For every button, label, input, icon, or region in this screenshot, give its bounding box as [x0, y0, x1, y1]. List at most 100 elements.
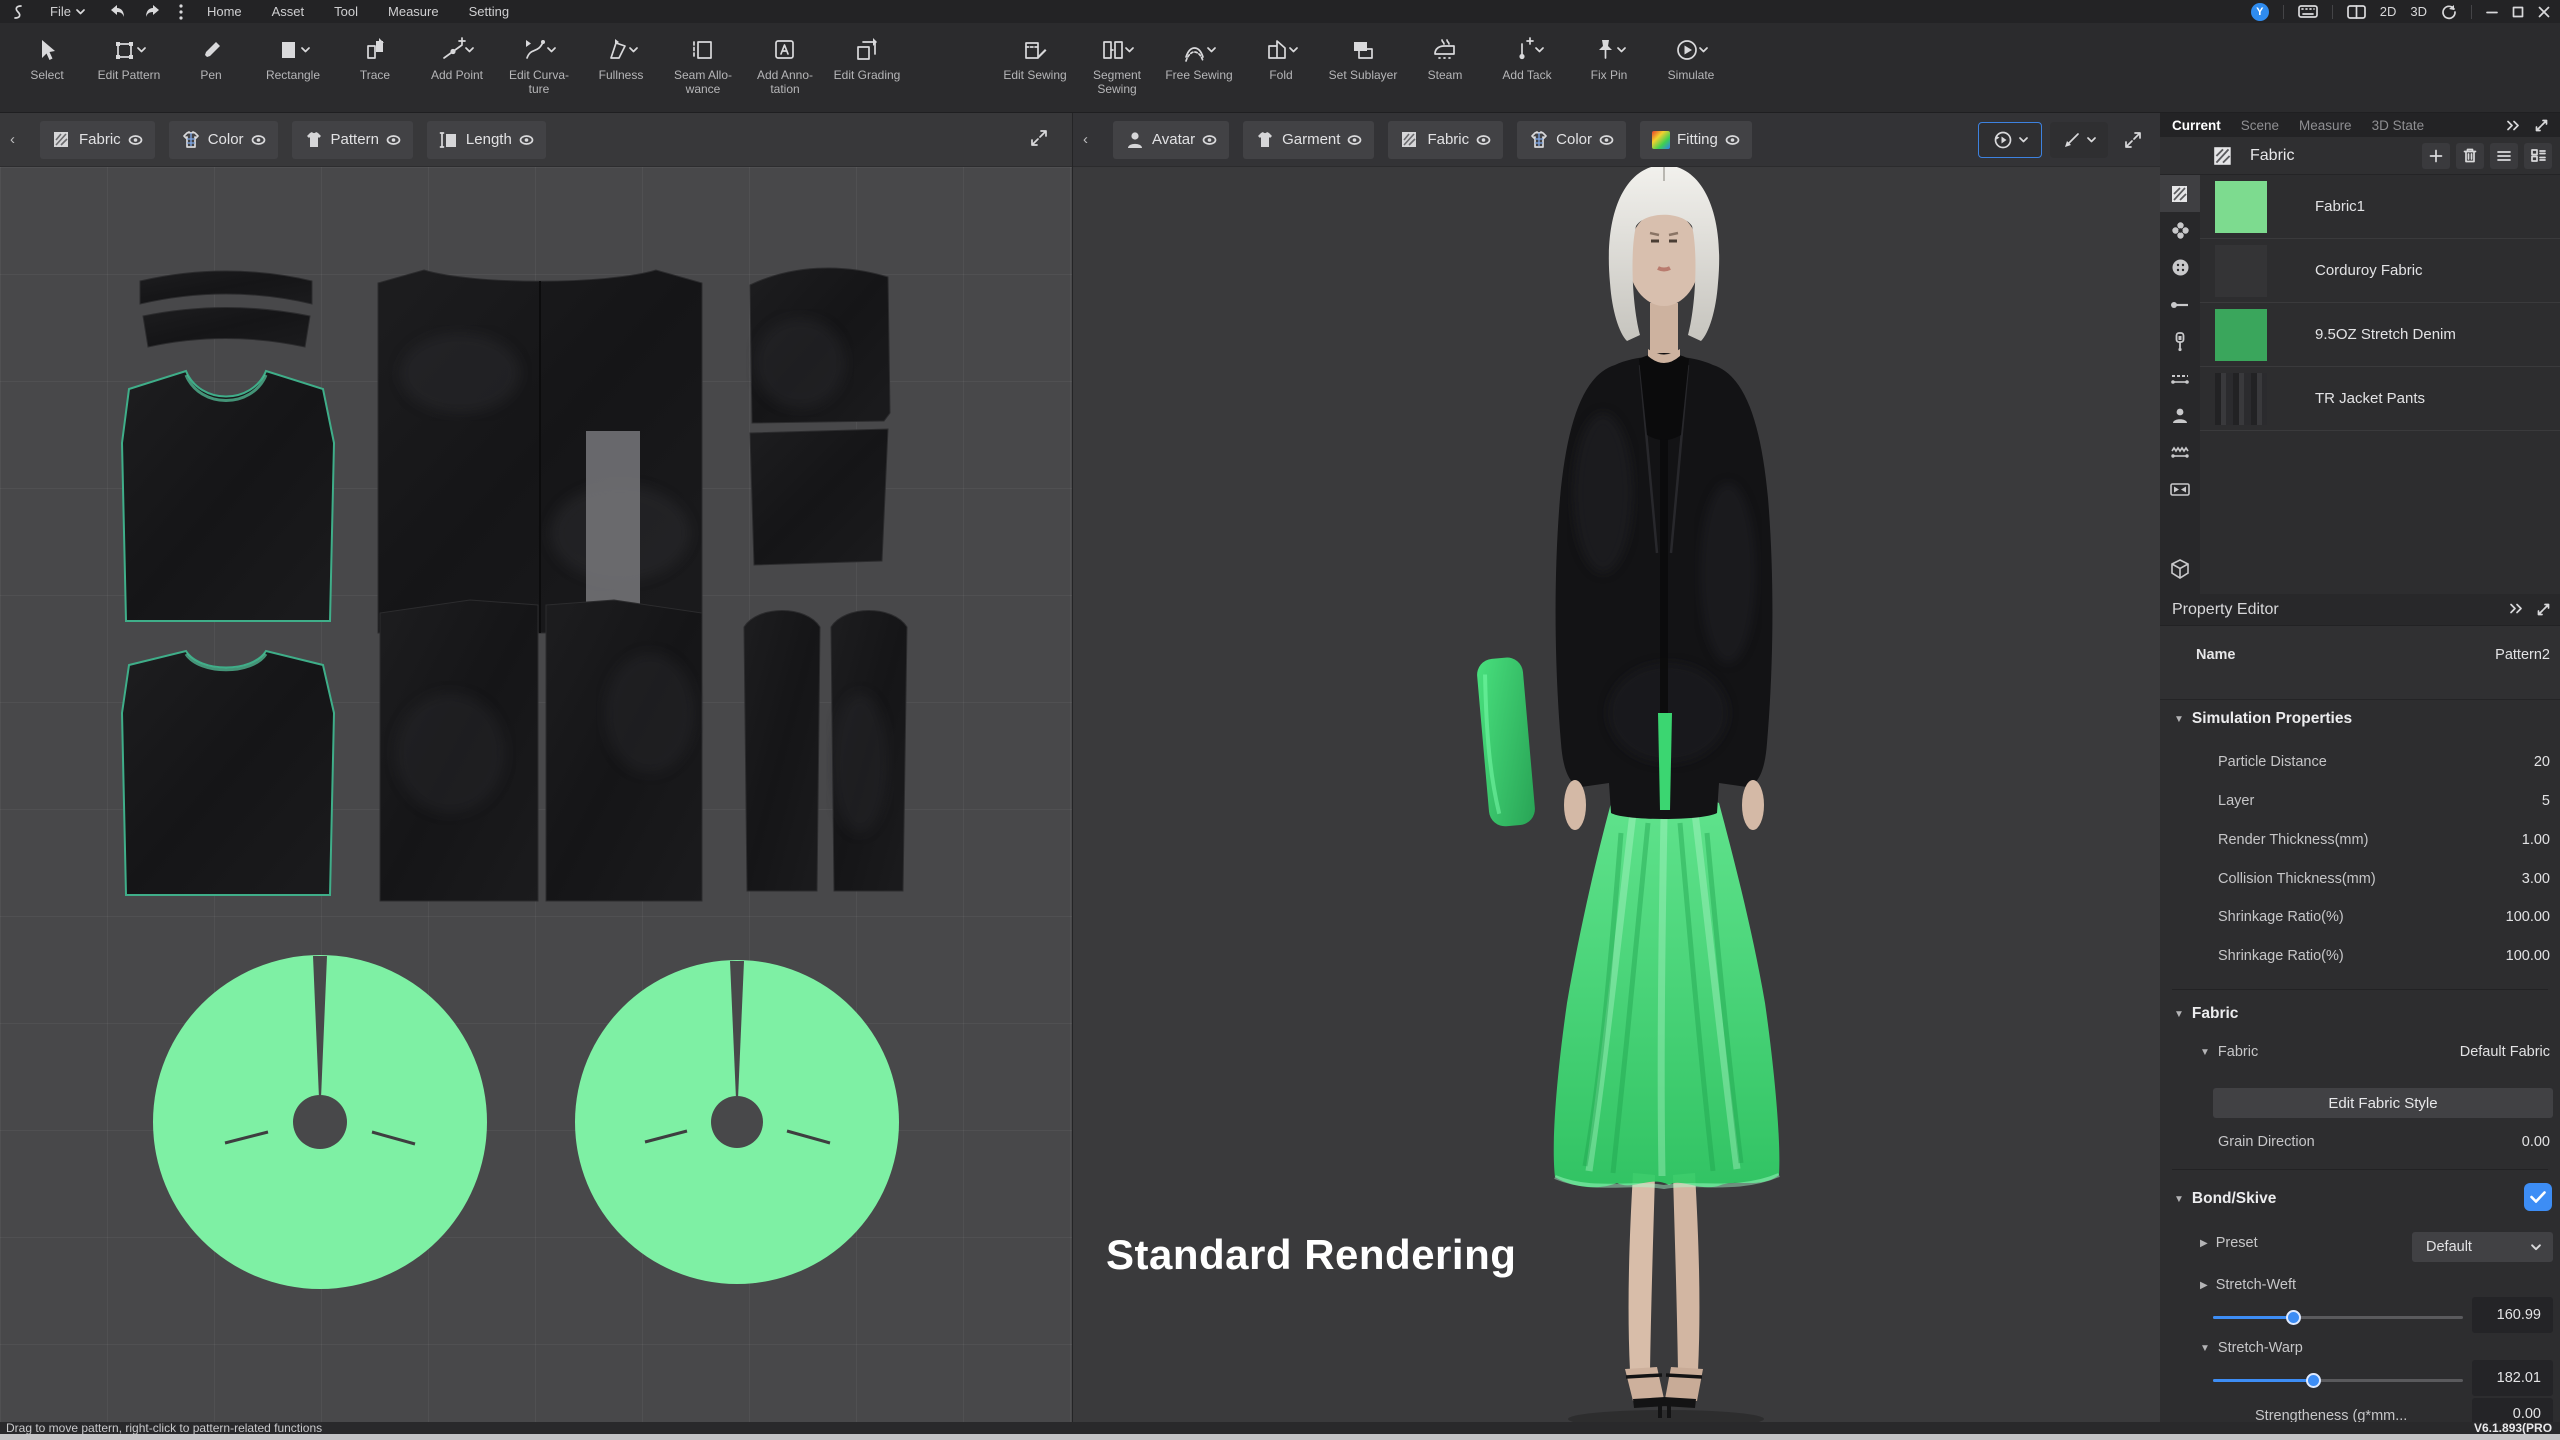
seam-allowance-tool[interactable]: Seam Allo- wance: [662, 31, 744, 97]
eye-icon[interactable]: [386, 134, 401, 145]
render-thickness-value[interactable]: 1.00: [2522, 832, 2550, 848]
caret-right-icon[interactable]: ▶: [2200, 1238, 2208, 1249]
tab-scene[interactable]: Scene: [2241, 118, 2279, 133]
sync-icon[interactable]: [2441, 4, 2457, 20]
expand-panel-icon[interactable]: [2535, 119, 2548, 132]
caret-down-icon[interactable]: ▼: [2174, 714, 2184, 725]
menu-measure[interactable]: Measure: [382, 4, 445, 19]
simulate-tool[interactable]: Simulate: [1650, 31, 1732, 97]
delete-fabric-button[interactable]: [2456, 142, 2484, 169]
preset-dropdown[interactable]: Default: [2412, 1232, 2553, 1262]
tab-3d-avatar[interactable]: Avatar: [1113, 120, 1230, 159]
eye-icon[interactable]: [251, 134, 266, 145]
tab-3d-garment[interactable]: Garment: [1243, 120, 1375, 159]
tab-2d-fabric[interactable]: Fabric: [40, 120, 155, 159]
maximize-button[interactable]: [2512, 6, 2524, 18]
minimize-button[interactable]: [2486, 6, 2498, 18]
segment-sewing-tool[interactable]: Segment Sewing: [1076, 31, 1158, 97]
edit-curvature-tool[interactable]: Edit Curva- ture: [498, 31, 580, 97]
eye-icon[interactable]: [128, 134, 143, 145]
edit-fabric-style-button[interactable]: Edit Fabric Style: [2213, 1088, 2553, 1118]
strip-button-icon[interactable]: [2160, 249, 2200, 286]
fullness-tool[interactable]: Fullness: [580, 31, 662, 97]
stretch-weft-slider[interactable]: [2213, 1310, 2463, 1325]
add-fabric-button[interactable]: [2422, 142, 2450, 169]
steam-tool[interactable]: Steam: [1404, 31, 1486, 97]
shrinkage-ratio-weft-value[interactable]: 100.00: [2506, 909, 2550, 925]
tab-2d-color[interactable]: Color: [168, 120, 278, 159]
eye-icon[interactable]: [1725, 134, 1740, 145]
slider-handle[interactable]: [2306, 1373, 2321, 1388]
menu-home[interactable]: Home: [201, 4, 248, 19]
fabric-value[interactable]: Default Fabric: [2460, 1044, 2550, 1060]
redo-icon[interactable]: [144, 4, 161, 19]
tab-2d-length[interactable]: Length: [426, 120, 546, 159]
fabric-section[interactable]: ▼ Fabric: [2174, 1005, 2238, 1023]
rectangle-tool[interactable]: Rectangle: [252, 31, 334, 97]
pattern-2d-viewport[interactable]: ‹ Fabric Color Pattern Length: [0, 113, 1072, 1425]
expand-2d-view-icon[interactable]: [1030, 129, 1048, 147]
strip-bonding-icon[interactable]: [2160, 471, 2200, 508]
fabric-list-item[interactable]: 9.5OZ Stretch Denim: [2200, 303, 2560, 367]
trace-tool[interactable]: Trace: [334, 31, 416, 97]
avatar-3d-render[interactable]: [1073, 113, 2160, 1425]
stretch-weft-value[interactable]: 160.99: [2472, 1297, 2553, 1333]
eye-icon[interactable]: [1202, 134, 1217, 145]
pen-tool[interactable]: Pen: [170, 31, 252, 97]
tab-2d-pattern[interactable]: Pattern: [291, 120, 413, 159]
turntable-button[interactable]: [1978, 122, 2042, 158]
caret-down-icon[interactable]: ▼: [2200, 1047, 2210, 1058]
menu-asset[interactable]: Asset: [266, 4, 311, 19]
mode-2d-button[interactable]: 2D: [2380, 4, 2397, 19]
card-view-button[interactable]: [2524, 142, 2552, 169]
pattern-pieces-canvas[interactable]: [0, 167, 1072, 1425]
grain-direction-value[interactable]: 0.00: [2522, 1134, 2550, 1150]
tab-3d-fitting[interactable]: Fitting: [1640, 120, 1752, 159]
expand-editor-icon[interactable]: [2537, 603, 2550, 616]
collapse-editor-icon[interactable]: [2509, 603, 2523, 616]
strip-3d-cube-icon[interactable]: [2160, 550, 2200, 587]
eye-icon[interactable]: [519, 134, 534, 145]
layer-value[interactable]: 5: [2542, 793, 2550, 809]
pattern-piece-jacket-back[interactable]: [377, 269, 703, 634]
caret-right-icon[interactable]: ▶: [2200, 1280, 2208, 1291]
add-annotation-tool[interactable]: Add Anno- tation: [744, 31, 826, 97]
strip-fabric-icon[interactable]: [2160, 175, 2200, 212]
shrinkage-ratio-warp-value[interactable]: 100.00: [2506, 948, 2550, 964]
collapse-panel-icon[interactable]: [2506, 120, 2520, 131]
user-avatar[interactable]: Y: [2250, 2, 2269, 21]
more-menu-icon[interactable]: [179, 3, 183, 20]
free-sewing-tool[interactable]: Free Sewing: [1158, 31, 1240, 97]
menu-setting[interactable]: Setting: [463, 4, 515, 19]
pattern-piece-side-lower[interactable]: [749, 428, 889, 566]
menu-tool[interactable]: Tool: [328, 4, 364, 19]
edit-grading-tool[interactable]: Edit Grading: [826, 31, 908, 97]
file-menu[interactable]: File: [44, 4, 91, 19]
name-value[interactable]: Pattern2: [2495, 647, 2550, 663]
tab-3d-fabric[interactable]: Fabric: [1388, 120, 1504, 159]
expand-3d-view-icon[interactable]: [2124, 131, 2142, 149]
pattern-piece-sleeve-left[interactable]: [743, 610, 821, 892]
split-view-icon[interactable]: [2346, 4, 2366, 19]
eye-icon[interactable]: [1476, 134, 1491, 145]
bond-skive-checkbox[interactable]: [2524, 1183, 2552, 1211]
mode-3d-button[interactable]: 3D: [2410, 4, 2427, 19]
fold-tool[interactable]: Fold: [1240, 31, 1322, 97]
close-button[interactable]: [2538, 6, 2550, 18]
edit-pattern-tool[interactable]: Edit Pattern: [88, 31, 170, 97]
fabric-list-item[interactable]: TR Jacket Pants: [2200, 367, 2560, 431]
add-tack-tool[interactable]: Add Tack: [1486, 31, 1568, 97]
pattern-piece-vest-front[interactable]: [120, 369, 336, 622]
viewport-3d[interactable]: ‹ Avatar Garment Fabric Color Fitting St…: [1072, 113, 2160, 1425]
stretch-warp-value[interactable]: 182.01: [2472, 1360, 2553, 1396]
collision-thickness-value[interactable]: 3.00: [2522, 871, 2550, 887]
eye-icon[interactable]: [1599, 134, 1614, 145]
tab-3d-color[interactable]: Color: [1517, 120, 1626, 159]
fix-pin-tool[interactable]: Fix Pin: [1568, 31, 1650, 97]
slider-handle[interactable]: [2286, 1310, 2301, 1325]
select-tool[interactable]: Select: [6, 31, 88, 97]
eye-icon[interactable]: [1347, 134, 1362, 145]
caret-down-icon[interactable]: ▼: [2174, 1009, 2184, 1020]
fabric-list-item[interactable]: Fabric1: [2200, 175, 2560, 239]
pattern-piece-circle-skirt-1[interactable]: [153, 955, 487, 1289]
